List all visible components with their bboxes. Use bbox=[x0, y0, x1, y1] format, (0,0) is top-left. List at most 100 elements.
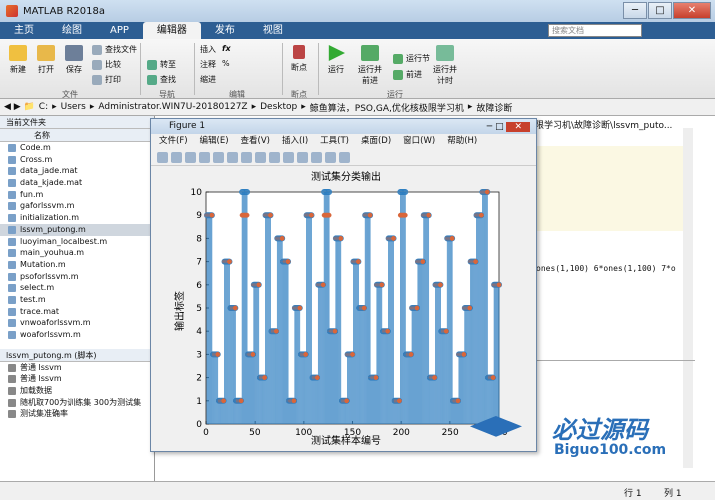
breakpoint-button[interactable]: 断点 bbox=[287, 45, 311, 73]
file-item[interactable]: lssvm_putong.m bbox=[0, 223, 154, 236]
predicted-point bbox=[226, 259, 232, 265]
tab-view[interactable]: 视图 bbox=[249, 22, 297, 39]
file-item[interactable]: gaforlssvm.m bbox=[0, 200, 154, 212]
zoom-in-icon[interactable] bbox=[227, 151, 238, 163]
path-seg[interactable]: Users bbox=[61, 102, 86, 112]
run-advance-button[interactable]: 运行并 前进 bbox=[354, 45, 386, 86]
figure-window-controls[interactable]: ─ □ ✕ bbox=[487, 120, 530, 135]
tab-plots[interactable]: 绘图 bbox=[48, 22, 96, 39]
advance-button[interactable]: 前进 bbox=[393, 69, 422, 80]
file-item[interactable]: initialization.m bbox=[0, 212, 154, 224]
comment-button[interactable]: 注释 bbox=[200, 59, 216, 70]
print-button[interactable]: 打印 bbox=[92, 74, 121, 85]
menu-edit[interactable]: 编辑(E) bbox=[200, 134, 229, 149]
y-tick-label: 8 bbox=[196, 234, 202, 244]
section-icon bbox=[8, 398, 16, 407]
file-item[interactable]: psoforlssvm.m bbox=[0, 271, 154, 283]
fx-icon[interactable]: fx bbox=[222, 44, 231, 53]
run-section-button[interactable]: 运行节 bbox=[393, 53, 430, 64]
file-item[interactable]: test.m bbox=[0, 294, 154, 306]
percent-icon[interactable]: % bbox=[222, 59, 230, 68]
minimize-button[interactable]: ─ bbox=[623, 2, 647, 19]
figure-window[interactable]: Figure 1 ─ □ ✕ 文件(F) 编辑(E) 查看(V) 插入(I) 工… bbox=[150, 118, 537, 452]
menu-tools[interactable]: 工具(T) bbox=[320, 134, 349, 149]
path-seg[interactable]: 鲸鱼算法，PSO,GA,优化核极限学习机 bbox=[310, 101, 464, 114]
path-seg[interactable]: Administrator.WIN7U-20180127Z bbox=[98, 102, 247, 112]
zoom-out-icon[interactable] bbox=[241, 151, 252, 163]
new-button[interactable]: 新建 bbox=[6, 45, 30, 75]
name-column-header[interactable]: 名称 bbox=[0, 129, 154, 142]
link-icon[interactable] bbox=[311, 151, 322, 163]
find-files-button[interactable]: 查找文件 bbox=[92, 44, 137, 55]
pan-icon[interactable] bbox=[255, 151, 266, 163]
file-item[interactable]: luoyiman_localbest.m bbox=[0, 236, 154, 248]
brush-icon[interactable] bbox=[297, 151, 308, 163]
file-item[interactable]: fun.m bbox=[0, 189, 154, 201]
rotate-icon[interactable] bbox=[269, 151, 280, 163]
editor-path: 限学习机\故障诊断\lssvm_puto... bbox=[535, 121, 673, 131]
path-seg[interactable]: C: bbox=[39, 102, 48, 112]
plus-icon bbox=[9, 45, 27, 61]
file-item[interactable]: Cross.m bbox=[0, 154, 154, 166]
path-seg[interactable]: 故障诊断 bbox=[476, 101, 512, 114]
back-icon[interactable]: ◀ ▶ 📁 bbox=[4, 102, 35, 112]
address-bar[interactable]: ◀ ▶ 📁 C: ▸ Users ▸ Administrator.WIN7U-201… bbox=[0, 99, 715, 116]
row-indicator: 行 1 bbox=[624, 489, 642, 499]
menu-help[interactable]: 帮助(H) bbox=[447, 134, 477, 149]
maximize-button[interactable]: □ bbox=[648, 2, 672, 19]
detail-item[interactable]: 普通 lssvm bbox=[0, 373, 154, 385]
close-button[interactable]: ✕ bbox=[673, 2, 711, 19]
tab-home[interactable]: 主页 bbox=[0, 22, 48, 39]
file-item[interactable]: trace.mat bbox=[0, 306, 154, 318]
colorbar-icon[interactable] bbox=[325, 151, 336, 163]
file-item[interactable]: data_jade.mat bbox=[0, 165, 154, 177]
y-tick-label: 2 bbox=[196, 374, 202, 384]
run-time-button[interactable]: 运行并 计时 bbox=[430, 45, 460, 86]
file-item[interactable]: select.m bbox=[0, 282, 154, 294]
tab-editor[interactable]: 编辑器 bbox=[142, 22, 201, 39]
tab-publish[interactable]: 发布 bbox=[201, 22, 249, 39]
search-input[interactable]: 搜索文档 bbox=[548, 24, 642, 37]
detail-item[interactable]: 随机取700为训练集 300为测试集 bbox=[0, 397, 154, 409]
detail-item[interactable]: 加载数据 bbox=[0, 385, 154, 397]
legend-icon[interactable] bbox=[339, 151, 350, 163]
goto-button[interactable]: 转至 bbox=[147, 59, 176, 70]
file-item[interactable]: Code.m bbox=[0, 142, 154, 154]
path-seg[interactable]: Desktop bbox=[260, 102, 297, 112]
file-item[interactable]: woaforlssvm.m bbox=[0, 329, 154, 341]
file-item[interactable]: Mutation.m bbox=[0, 259, 154, 271]
tab-apps[interactable]: APP bbox=[96, 22, 143, 39]
detail-item[interactable]: 测试集准确率 bbox=[0, 408, 154, 420]
figure-toolbar bbox=[151, 149, 536, 166]
find-button[interactable]: 查找 bbox=[147, 74, 176, 85]
print-icon[interactable] bbox=[199, 151, 210, 163]
menu-view[interactable]: 查看(V) bbox=[241, 134, 270, 149]
compare-button[interactable]: 比较 bbox=[92, 59, 121, 70]
menu-insert[interactable]: 插入(I) bbox=[282, 134, 308, 149]
y-tick-label: 6 bbox=[196, 281, 202, 291]
save-icon bbox=[65, 45, 83, 61]
indent-button[interactable]: 缩进 bbox=[200, 74, 216, 85]
open-icon[interactable] bbox=[171, 151, 182, 163]
datacursor-icon[interactable] bbox=[283, 151, 294, 163]
pointer-icon[interactable] bbox=[213, 151, 224, 163]
save-button[interactable]: 保存 bbox=[62, 45, 86, 75]
insert-button[interactable]: 插入 bbox=[200, 44, 216, 55]
file-item[interactable]: data_kjade.mat bbox=[0, 177, 154, 189]
predicted-point bbox=[303, 351, 309, 357]
save-icon[interactable] bbox=[185, 151, 196, 163]
file-item[interactable]: vnwoaforlssvm.m bbox=[0, 317, 154, 329]
detail-item[interactable]: 普通 lssvm bbox=[0, 362, 154, 374]
predicted-point bbox=[473, 259, 479, 265]
search-icon bbox=[147, 74, 157, 85]
new-figure-icon[interactable] bbox=[157, 151, 168, 163]
x-tick-label: 100 bbox=[295, 428, 312, 438]
y-tick-label: 5 bbox=[196, 304, 202, 314]
predicted-point bbox=[379, 282, 385, 288]
menu-file[interactable]: 文件(F) bbox=[159, 134, 188, 149]
open-button[interactable]: 打开 bbox=[34, 45, 58, 75]
file-item[interactable]: main_youhua.m bbox=[0, 247, 154, 259]
menu-desktop[interactable]: 桌面(D) bbox=[361, 134, 391, 149]
run-button[interactable]: 运行 bbox=[324, 45, 348, 75]
menu-window[interactable]: 窗口(W) bbox=[403, 134, 435, 149]
